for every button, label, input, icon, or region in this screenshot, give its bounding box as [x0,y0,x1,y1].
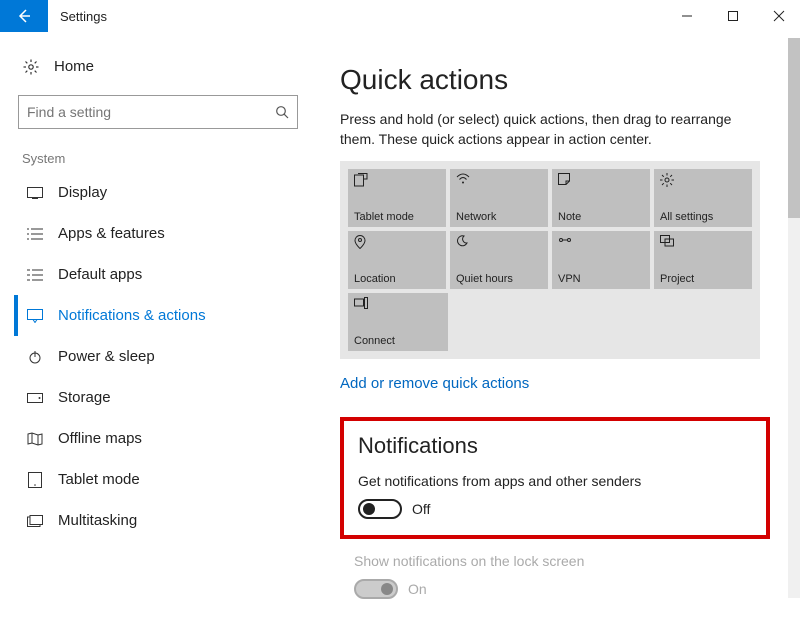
tile-label: Project [660,273,746,285]
sidebar: Home System Display Apps & features Defa… [0,32,310,633]
sidebar-item-label: Offline maps [58,430,142,447]
tile-quiet-hours[interactable]: Quiet hours [450,231,548,289]
tile-label: Connect [354,335,442,347]
default-apps-icon [26,269,44,281]
search-field[interactable] [27,104,275,120]
tile-all-settings[interactable]: All settings [654,169,752,227]
notification-icon [26,309,44,323]
multitasking-icon [26,515,44,527]
minimize-button[interactable] [664,0,710,32]
lock-screen-label: Show notifications on the lock screen [354,553,774,569]
sidebar-item-label: Tablet mode [58,471,140,488]
sidebar-group-label: System [14,143,302,172]
tile-connect[interactable]: Connect [348,293,448,351]
sidebar-home-label: Home [54,58,94,75]
scrollbar[interactable] [788,38,800,598]
power-icon [26,350,44,364]
notif-setting-label: Get notifications from apps and other se… [358,473,752,489]
location-icon [354,235,440,251]
tile-label: Quiet hours [456,273,542,285]
sidebar-item-label: Notifications & actions [58,307,206,324]
quick-actions-panel: Tablet mode Network Note All settings Lo… [340,161,760,359]
display-icon [26,187,44,199]
tile-location[interactable]: Location [348,231,446,289]
lock-screen-toggle [354,579,398,599]
tile-tablet-mode[interactable]: Tablet mode [348,169,446,227]
main-content: Quick actions Press and hold (or select)… [310,32,802,633]
notifications-highlight: Notifications Get notifications from app… [340,417,770,539]
sidebar-item-power[interactable]: Power & sleep [14,336,302,377]
tile-label: Tablet mode [354,211,440,223]
sidebar-home[interactable]: Home [14,52,302,81]
tile-network[interactable]: Network [450,169,548,227]
sidebar-item-apps[interactable]: Apps & features [14,213,302,254]
connect-icon [354,297,442,313]
search-input[interactable] [18,95,298,129]
gear-icon [22,59,40,75]
tile-note[interactable]: Note [552,169,650,227]
tile-vpn[interactable]: VPN [552,231,650,289]
tile-label: Note [558,211,644,223]
tile-label: Network [456,211,542,223]
add-remove-link[interactable]: Add or remove quick actions [340,375,529,392]
close-button[interactable] [756,0,802,32]
scrollbar-thumb[interactable] [788,38,800,218]
window-title: Settings [48,0,119,32]
sidebar-item-default-apps[interactable]: Default apps [14,254,302,295]
sidebar-item-display[interactable]: Display [14,172,302,213]
sidebar-item-notifications[interactable]: Notifications & actions [14,295,302,336]
note-icon [558,173,644,189]
sidebar-item-multitasking[interactable]: Multitasking [14,500,302,541]
titlebar-spacer [119,0,664,32]
back-button[interactable] [0,0,48,32]
vpn-icon [558,235,644,251]
sidebar-item-label: Display [58,184,107,201]
tile-label: VPN [558,273,644,285]
search-icon [275,105,289,119]
tablet-icon [26,472,44,488]
notif-toggle[interactable] [358,499,402,519]
moon-icon [456,235,542,251]
sidebar-item-label: Default apps [58,266,142,283]
gear-icon [660,173,746,189]
map-icon [26,432,44,446]
tile-label: All settings [660,211,746,223]
lock-screen-state: On [408,581,427,597]
sidebar-item-label: Multitasking [58,512,137,529]
notifications-heading: Notifications [358,433,752,459]
sidebar-item-tablet[interactable]: Tablet mode [14,459,302,500]
sidebar-item-label: Apps & features [58,225,165,242]
titlebar: Settings [0,0,802,32]
tile-project[interactable]: Project [654,231,752,289]
storage-icon [26,393,44,403]
quick-actions-heading: Quick actions [340,64,774,96]
notif-toggle-state: Off [412,501,430,517]
project-icon [660,235,746,251]
maximize-button[interactable] [710,0,756,32]
sidebar-item-maps[interactable]: Offline maps [14,418,302,459]
tablet-mode-icon [354,173,440,189]
wifi-icon [456,173,542,189]
sidebar-item-storage[interactable]: Storage [14,377,302,418]
list-icon [26,228,44,240]
sidebar-item-label: Storage [58,389,111,406]
sidebar-item-label: Power & sleep [58,348,155,365]
quick-actions-desc: Press and hold (or select) quick actions… [340,110,760,149]
tile-label: Location [354,273,440,285]
